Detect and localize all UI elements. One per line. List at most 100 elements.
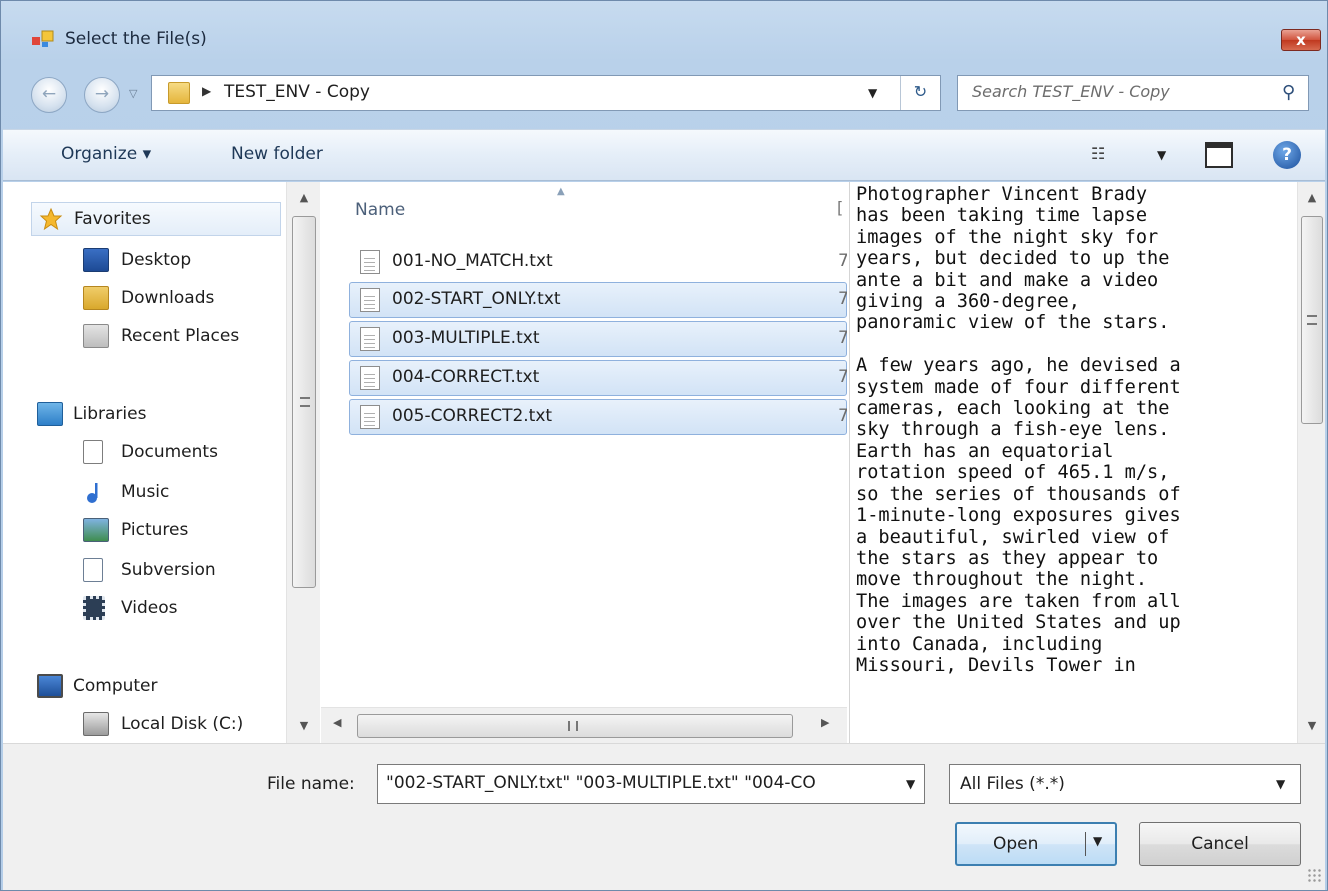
address-dropdown-icon[interactable]: ▼ [868,86,877,100]
file-date-clipped: 7 [838,406,847,426]
app-icon [32,30,54,47]
subversion-icon [83,558,103,582]
nav-recent-places-label: Recent Places [121,326,240,346]
file-list-horizontal-scrollbar[interactable]: ◀ ▶ [321,707,847,743]
nav-music-label: Music [121,482,170,502]
file-type-dropdown-icon[interactable]: ▼ [1276,777,1285,791]
libraries-icon [37,402,63,426]
refresh-button[interactable]: ↻ [900,76,940,110]
file-name: 004-CORRECT.txt [392,367,540,387]
change-view-icon[interactable]: ☷ [1091,144,1105,163]
text-file-icon [360,366,380,390]
resize-grip-icon[interactable] [1307,868,1321,882]
file-row[interactable]: 005-CORRECT2.txt 7 [349,399,847,435]
navigation-pane: Favorites Desktop Downloads Recent Place… [3,182,286,743]
star-icon [39,207,63,231]
nav-favorites-label: Favorites [74,209,151,229]
dialog-footer: File name: ▼ All Files (*.*) ▼ Open ▼ Ca… [3,743,1325,890]
nav-videos[interactable]: Videos [3,592,286,626]
text-file-icon [360,405,380,429]
nav-local-disk[interactable]: Local Disk (C:) [3,708,286,742]
back-arrow-icon: ← [41,84,57,104]
search-input[interactable] [972,82,1262,101]
breadcrumb-current-folder[interactable]: TEST_ENV - Copy [224,82,370,102]
file-type-select[interactable]: All Files (*.*) ▼ [949,764,1301,804]
file-list: Name ▲ [ 001-NO_MATCH.txt 7 002-START_ON… [321,182,847,743]
nav-subversion-label: Subversion [121,560,216,580]
column-header-name[interactable]: Name [355,200,405,220]
scroll-right-icon[interactable]: ▶ [821,716,829,729]
preview-pane: Photographer Vincent Brady has been taki… [849,182,1295,743]
recent-locations-dropdown[interactable]: ▽ [129,87,137,100]
close-button[interactable]: x [1281,29,1321,51]
nav-desktop[interactable]: Desktop [3,244,286,278]
nav-libraries[interactable]: Libraries [3,398,286,432]
nav-documents[interactable]: Documents [3,436,286,470]
text-file-icon [360,288,380,312]
file-name: 005-CORRECT2.txt [392,406,553,426]
view-options-dropdown[interactable]: ▼ [1157,148,1166,162]
file-row[interactable]: 003-MULTIPLE.txt 7 [349,321,847,357]
preview-pane-icon[interactable] [1205,142,1233,168]
navigation-scroll-thumb[interactable] [292,216,316,588]
scroll-down-icon[interactable]: ▼ [1298,714,1326,738]
nav-libraries-label: Libraries [73,404,147,424]
nav-music[interactable]: Music [3,476,286,510]
nav-computer[interactable]: Computer [3,670,286,704]
file-row[interactable]: 002-START_ONLY.txt 7 [349,282,847,318]
file-name-input[interactable] [386,773,892,793]
text-file-icon [360,250,380,274]
organize-button[interactable]: Organize ▾ [61,144,151,164]
nav-videos-label: Videos [121,598,178,618]
nav-local-disk-label: Local Disk (C:) [121,714,244,734]
file-date-clipped: 7 [838,328,847,348]
breadcrumb-chevron-icon[interactable]: ▶ [202,84,211,98]
horizontal-scroll-thumb[interactable] [357,714,793,738]
scroll-down-icon[interactable]: ▼ [287,714,321,738]
window-title: Select the File(s) [65,29,207,49]
forward-button[interactable]: → [84,77,120,113]
back-button[interactable]: ← [31,77,67,113]
file-name-dropdown-icon[interactable]: ▼ [906,777,915,791]
close-icon: x [1296,31,1306,49]
open-options-dropdown-icon[interactable]: ▼ [1093,834,1102,848]
navigation-scrollbar[interactable]: ▲ ▼ [286,182,320,743]
nav-pictures-label: Pictures [121,520,189,540]
file-type-value: All Files (*.*) [960,774,1065,794]
new-folder-button[interactable]: New folder [231,144,323,164]
file-date-clipped: 7 [838,367,847,387]
cancel-button[interactable]: Cancel [1139,822,1301,866]
nav-pictures[interactable]: Pictures [3,514,286,548]
help-icon[interactable]: ? [1273,141,1301,169]
downloads-icon [83,286,109,310]
preview-scroll-thumb[interactable] [1301,216,1323,424]
open-button[interactable]: Open ▼ [955,822,1117,866]
open-split-divider [1085,832,1086,856]
command-bar: Organize ▾ New folder ☷ ▼ ? [3,129,1325,181]
file-name: 002-START_ONLY.txt [392,289,561,309]
column-header-row: Name ▲ [ [321,182,847,240]
nav-downloads[interactable]: Downloads [3,282,286,316]
scroll-up-icon[interactable]: ▲ [1298,186,1326,210]
documents-icon [83,440,103,464]
file-row[interactable]: 004-CORRECT.txt 7 [349,360,847,396]
scroll-left-icon[interactable]: ◀ [333,716,341,729]
title-bar[interactable]: Select the File(s) x [1,1,1327,51]
address-bar[interactable]: ▶ TEST_ENV - Copy ▼ ↻ [151,75,941,111]
nav-documents-label: Documents [121,442,218,462]
refresh-icon: ↻ [913,82,928,101]
preview-scrollbar[interactable]: ▲ ▼ [1297,182,1325,743]
search-icon[interactable]: ⚲ [1282,82,1295,103]
computer-icon [37,674,63,698]
scroll-up-icon[interactable]: ▲ [287,186,321,210]
file-name-combobox[interactable]: ▼ [377,764,925,804]
file-row[interactable]: 001-NO_MATCH.txt 7 [349,244,847,280]
nav-subversion[interactable]: Subversion [3,554,286,588]
nav-favorites[interactable]: Favorites [31,202,281,236]
file-name: 003-MULTIPLE.txt [392,328,540,348]
file-name-label: File name: [267,774,355,794]
search-box[interactable]: ⚲ [957,75,1309,111]
forward-arrow-icon: → [94,84,110,104]
nav-recent-places[interactable]: Recent Places [3,320,286,354]
column-header-next[interactable]: [ [837,198,843,217]
